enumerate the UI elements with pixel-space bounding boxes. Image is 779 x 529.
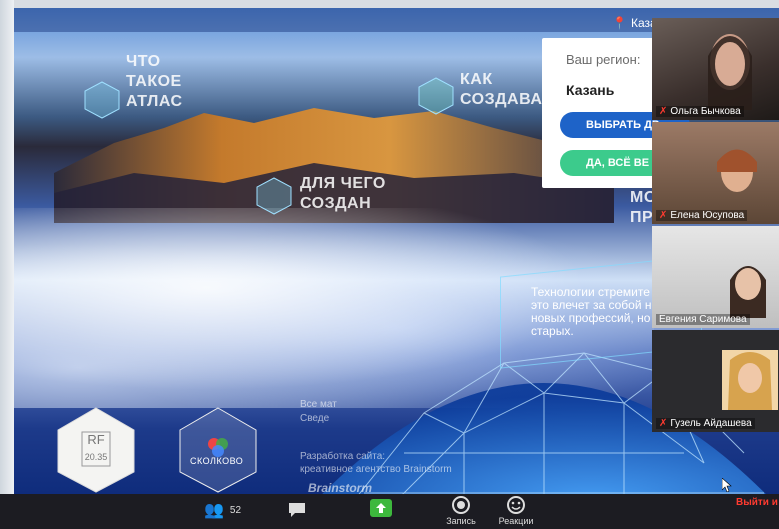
share-screen-icon	[370, 499, 392, 517]
video-tile[interactable]: ✗ Елена Юсупова	[652, 122, 779, 224]
dev-agency[interactable]: креативное агентство Brainstorm	[300, 463, 452, 476]
tech-description: Технологии стремите это влечет за собой …	[531, 285, 652, 338]
participant-photo	[722, 350, 778, 410]
mic-muted-icon: ✗	[659, 106, 668, 117]
record-button[interactable]: Запись	[446, 496, 476, 526]
rf-badge-sub: 20.35	[84, 452, 108, 462]
mic-muted-icon: ✗	[659, 210, 668, 221]
skolkovo-badge[interactable]	[178, 406, 258, 494]
nav-what-is-atlas[interactable]: ЧТО ТАКОЕ АТЛАС	[126, 52, 216, 112]
chat-button[interactable]	[288, 502, 306, 520]
record-label: Запись	[446, 516, 476, 526]
video-tile[interactable]: Евгения Саримова	[652, 226, 779, 328]
rights-line-2: Сведе	[300, 413, 330, 424]
hexagon-icon	[418, 77, 454, 115]
meeting-toolbar: 👥 52 Запись Реакции	[0, 494, 779, 529]
rf-badge-title: RF	[87, 432, 105, 447]
reactions-button[interactable]: Реакции	[496, 496, 536, 526]
smiley-icon	[507, 496, 525, 514]
location-pin-icon: 📍	[612, 16, 627, 30]
record-icon	[452, 496, 470, 514]
skolkovo-label: СКОЛКОВО	[190, 456, 244, 466]
dev-label: Разработка сайта:	[300, 451, 386, 462]
hexagon-icon	[84, 81, 120, 119]
nav-why-created[interactable]: ДЛЯ ЧЕГО СОЗДАН	[300, 174, 390, 214]
region-city: Казань	[566, 82, 615, 98]
participant-name: ✗ Гузель Айдашева	[656, 418, 755, 429]
participant-name: Евгения Саримова	[656, 314, 750, 325]
participant-silhouette	[730, 266, 766, 318]
people-icon: 👥	[204, 502, 224, 519]
video-tile[interactable]: ✗ Гузель Айдашева	[652, 330, 779, 432]
hexagon-icon	[256, 177, 292, 215]
reactions-label: Реакции	[498, 516, 534, 526]
participants-panel: ✗ Ольга Бычкова ✗ Елена Юсупова Евгения Са…	[652, 18, 779, 438]
rights-line-1: Все мат	[300, 399, 337, 410]
chat-icon	[289, 503, 305, 517]
participants-count: 52	[229, 504, 242, 516]
monitor-bezel-left	[0, 0, 14, 529]
participants-button[interactable]: 👥 52	[204, 500, 241, 520]
share-screen-button[interactable]	[370, 499, 392, 519]
participant-silhouette	[708, 34, 752, 110]
mic-muted-icon: ✗	[659, 418, 668, 429]
participant-name: ✗ Ольга Бычкова	[656, 106, 744, 117]
leave-meeting-button[interactable]: Выйти и	[736, 497, 778, 508]
nav-how-created[interactable]: КАК СОЗДАВАЛСЯ	[460, 70, 578, 110]
participant-name: ✗ Елена Юсупова	[656, 210, 748, 221]
region-label: Ваш регион:	[566, 52, 641, 67]
participant-silhouette	[717, 149, 757, 192]
mouse-cursor-icon	[722, 478, 732, 492]
video-tile[interactable]: ✗ Ольга Бычкова	[652, 18, 779, 120]
rf-2035-badge[interactable]	[56, 406, 136, 494]
